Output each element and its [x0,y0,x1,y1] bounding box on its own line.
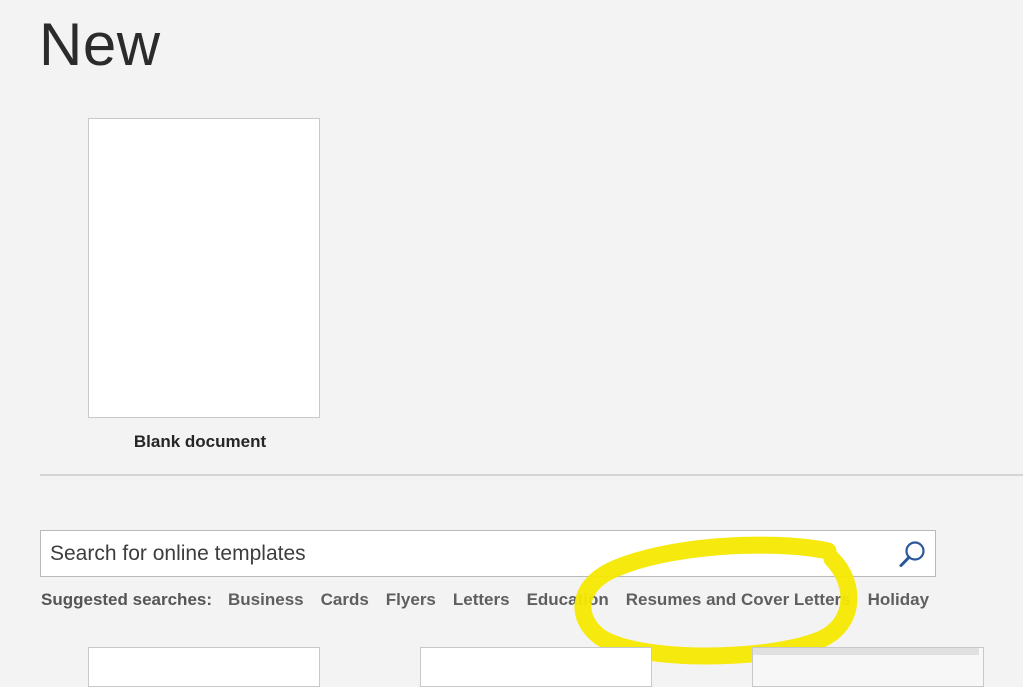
blank-document-thumbnail[interactable] [88,118,320,418]
suggested-searches-label: Suggested searches: [41,590,213,609]
suggestion-resumes-and-cover-letters[interactable]: Resumes and Cover Letters [626,590,851,610]
search-button[interactable] [889,531,935,576]
template-thumbnail[interactable] [420,647,652,687]
suggested-searches: Suggested searches: Business Cards Flyer… [41,589,929,611]
blank-document-caption[interactable]: Blank document [88,432,312,452]
template-thumbnail[interactable] [752,647,984,687]
template-search-input[interactable] [41,531,891,576]
template-search-box [40,530,936,577]
search-icon [899,540,925,567]
suggestion-letters[interactable]: Letters [453,590,510,610]
template-thumbnail[interactable] [88,647,320,687]
template-preview-accent [753,648,979,655]
suggestion-cards[interactable]: Cards [321,590,369,610]
suggestion-flyers[interactable]: Flyers [386,590,436,610]
suggestion-holiday[interactable]: Holiday [868,590,929,610]
section-divider [40,474,1023,476]
suggestion-business[interactable]: Business [228,590,304,610]
page-title: New [39,11,161,78]
suggestion-education[interactable]: Education [527,590,609,610]
